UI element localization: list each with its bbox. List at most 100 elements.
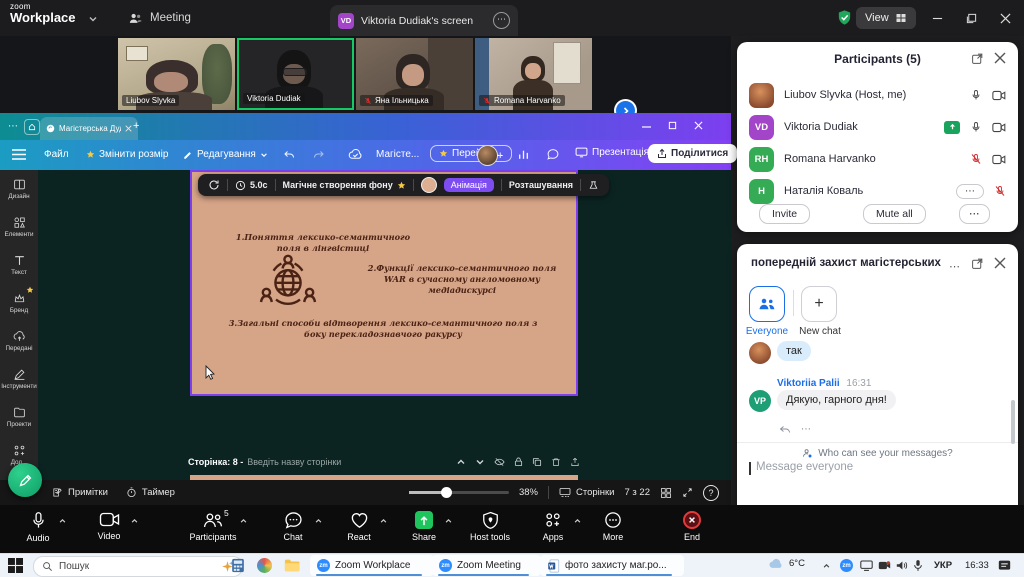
minimize-button[interactable] — [920, 0, 954, 36]
tray-speaker-icon[interactable] — [896, 560, 908, 571]
chat-message-input[interactable] — [754, 460, 988, 474]
browser-menu-icon[interactable]: ⋯ — [8, 121, 18, 132]
reply-icon[interactable] — [779, 424, 791, 435]
keyboard-language[interactable]: УКР — [934, 560, 952, 571]
tray-zoom-icon[interactable]: zm — [840, 559, 853, 572]
tray-chevron-icon[interactable] — [822, 562, 831, 570]
canva-document-tab[interactable]: Магістерська Дуд... — [40, 117, 138, 140]
add-collaborator-icon[interactable]: + — [497, 150, 503, 162]
zoom-slider[interactable] — [409, 491, 509, 494]
participant-row[interactable]: Liubov Slyvka (Host, me) — [749, 80, 1006, 110]
canva-minimize-icon[interactable] — [642, 125, 651, 129]
chat-scrollbar[interactable] — [1011, 400, 1015, 444]
video-tile-4[interactable]: Romana Harvanko — [475, 38, 592, 110]
react-button[interactable]: React — [324, 511, 394, 542]
file-menu[interactable]: Файл — [44, 149, 69, 160]
close-button[interactable] — [988, 0, 1022, 36]
sidebar-item-brand[interactable]: Бренд — [0, 284, 38, 322]
video-button[interactable]: Video — [74, 511, 144, 541]
video-options-chevron[interactable] — [130, 517, 139, 525]
move-page-up-icon[interactable] — [456, 457, 466, 467]
canva-assistant-button[interactable] — [8, 463, 42, 497]
sender-name[interactable]: Viktoriia Palii — [777, 378, 840, 389]
hide-page-icon[interactable] — [494, 457, 505, 467]
chat-more-icon[interactable]: ⋯ — [949, 260, 960, 273]
timer-button[interactable]: Таймер — [126, 487, 175, 498]
hamburger-menu-icon[interactable] — [12, 149, 26, 160]
copilot-icon[interactable] — [257, 558, 272, 573]
canva-close-icon[interactable] — [694, 121, 703, 130]
mic-off-icon[interactable] — [994, 185, 1006, 197]
clock[interactable]: 16:33 — [965, 560, 989, 571]
page-title-placeholder[interactable]: Введіть назву сторінки — [247, 457, 341, 467]
sidebar-item-projects[interactable]: Проекти — [0, 398, 38, 436]
mute-all-button[interactable]: Mute all — [863, 204, 926, 224]
resize-menu[interactable]: Змінити розмір — [86, 149, 168, 160]
layers-icon[interactable] — [588, 180, 599, 191]
chat-message[interactable]: Дякую, гарного дня! — [777, 390, 896, 410]
end-meeting-button[interactable]: End — [657, 511, 727, 542]
move-page-down-icon[interactable] — [475, 457, 485, 467]
host-tools-button[interactable]: Host tools — [455, 511, 525, 542]
notification-center-icon[interactable] — [998, 559, 1011, 572]
video-tile-3[interactable]: Яна Ільницька — [356, 38, 473, 110]
participants-more-button[interactable]: ⋯ — [959, 204, 990, 224]
participants-button[interactable]: 5 Participants — [178, 511, 248, 542]
taskbar-app-zoom-workplace[interactable]: zm Zoom Workplace — [310, 555, 434, 576]
slide-current[interactable]: 1.Поняття лексико-семантичного поля в лі… — [190, 170, 578, 396]
participant-row[interactable]: RH Romana Harvanko — [749, 144, 1006, 174]
more-button[interactable]: More — [578, 511, 648, 542]
view-button[interactable]: View — [856, 7, 916, 29]
share-button[interactable]: Share — [389, 511, 459, 542]
canva-maximize-icon[interactable] — [668, 121, 677, 130]
popout-icon[interactable] — [971, 52, 984, 65]
participants-options-chevron[interactable] — [239, 517, 248, 525]
tab-meeting[interactable]: Meeting — [128, 0, 191, 36]
chat-button[interactable]: Chat — [258, 511, 328, 542]
close-chat-icon[interactable] — [994, 257, 1006, 269]
present-button[interactable]: Презентація — [575, 147, 649, 158]
camera-icon[interactable] — [992, 122, 1006, 133]
participant-more-button[interactable]: ⋯ — [956, 184, 984, 199]
magic-background-button[interactable]: Магічне створення фону — [283, 180, 406, 190]
maximize-button[interactable] — [954, 0, 988, 36]
invite-button[interactable]: Invite — [759, 204, 810, 224]
duration-control[interactable]: 5.0с — [235, 180, 268, 191]
grid-view-icon[interactable] — [660, 487, 672, 499]
delete-page-icon[interactable] — [551, 457, 561, 467]
start-button[interactable] — [8, 558, 23, 573]
privacy-note[interactable]: Who can see your messages? — [737, 442, 1018, 459]
weather-widget[interactable]: 6°C — [768, 558, 805, 569]
new-chat-button[interactable]: + — [801, 286, 837, 322]
regenerate-icon[interactable] — [208, 179, 220, 191]
security-shield-icon[interactable] — [836, 9, 853, 26]
background-color-swatch[interactable] — [421, 177, 437, 193]
taskbar-search[interactable]: Пошук — [33, 556, 243, 577]
workspace-chevron-icon[interactable] — [88, 14, 98, 24]
react-options-chevron[interactable] — [379, 517, 388, 525]
tray-display-icon[interactable] — [860, 560, 873, 571]
document-name[interactable]: Магісте... — [376, 149, 419, 160]
chat-message[interactable]: так — [777, 341, 811, 361]
video-tile-2-active[interactable]: Viktoria Dudiak — [237, 38, 354, 110]
pages-button[interactable]: Сторінки — [559, 487, 615, 498]
chat-options-chevron[interactable] — [314, 517, 323, 525]
lock-page-icon[interactable] — [514, 457, 523, 467]
undo-icon[interactable] — [283, 149, 296, 161]
sidebar-item-tools[interactable]: Інструменти — [0, 360, 38, 398]
taskbar-app-zoom-meeting[interactable]: zm Zoom Meeting — [432, 555, 541, 576]
camera-icon[interactable] — [992, 90, 1006, 101]
comments-icon[interactable] — [546, 148, 560, 161]
fullscreen-icon[interactable] — [682, 487, 693, 498]
redo-icon[interactable] — [312, 149, 325, 161]
editing-menu[interactable]: Редагування — [183, 149, 268, 160]
mic-icon[interactable] — [970, 89, 982, 101]
participant-row[interactable]: H Наталія Коваль ⋯ — [749, 176, 1006, 206]
tray-camera-icon[interactable] — [878, 560, 891, 571]
sidebar-item-design[interactable]: Дизайн — [0, 170, 38, 208]
video-tile-1[interactable]: Liubov Slyvka — [118, 38, 235, 110]
calculator-icon[interactable] — [231, 558, 245, 573]
add-page-icon[interactable] — [570, 457, 580, 467]
audio-button[interactable]: Audio — [3, 511, 73, 543]
help-icon[interactable]: ? — [703, 485, 719, 501]
